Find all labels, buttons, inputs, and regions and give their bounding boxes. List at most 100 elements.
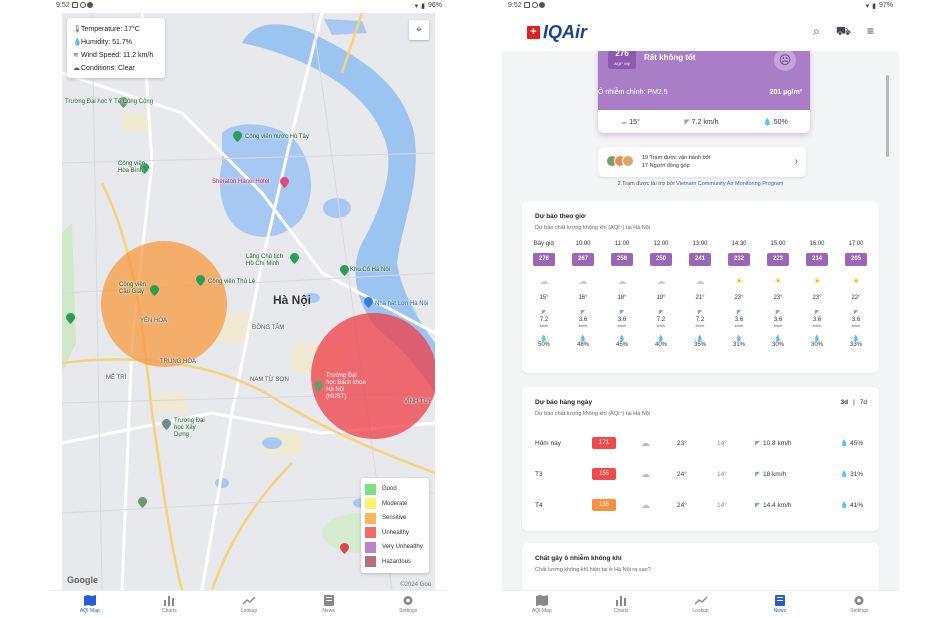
news-icon [323,595,334,606]
place-pin-icon[interactable] [162,419,171,430]
nav-aqi-map[interactable]: AQI Map [502,591,581,618]
legend-item: Good [365,482,425,497]
hour-humidity: 30% [771,342,784,348]
cloud-icon: ☁ [617,276,627,286]
map-place-label: Trường Đại học Bách khoa Hà Nội (HUST) [326,373,366,400]
app-icon [531,2,538,9]
day-low-temp: 14° [717,439,727,447]
sun-icon: ☀ [773,276,783,286]
search-icon[interactable]: ⌕ [813,24,820,40]
thermometer-icon: 🌡 [73,26,82,33]
iqair-screen: 9:52 ▾ ▮ 97% + IQAir ⌕ ⛟ ≡ 276 AQI⁺ Mỹ Rất … [502,0,899,618]
aqi-circle-sensitive[interactable] [101,241,227,367]
legend-swatch [365,527,376,539]
iqair-logo[interactable]: + IQAir [527,22,587,43]
nav-lookup[interactable]: Lookup [209,591,289,618]
hour-aqi-badge: 214 [806,253,828,266]
wind-arrow-icon: ◤ [684,118,690,126]
daily-row[interactable]: Hôm nay 171 ☁ 23° 14° ◤ 10.8 km/h 💧 45% [535,436,866,450]
hour-wind-unit: km/h [656,323,666,328]
toggle-3d[interactable]: 3d [840,399,848,406]
google-logo[interactable]: Google [67,575,98,585]
menu-icon[interactable]: ≡ [867,24,874,40]
nav-lookup[interactable]: Lookup [661,591,740,618]
place-pin-icon[interactable] [196,275,205,286]
day-wind-value: 14.4 km/h [763,502,792,509]
aqi-map[interactable]: 🌡Temperature: 17°C 💧Humidity: 51.7% ≋ Win… [62,13,435,590]
gear-icon [854,596,864,605]
legend-label: Moderate [382,500,408,507]
water-drop-icon: 💧 [579,336,587,342]
daily-forecast-card: Dự báo hàng ngày Dự báo chất lượng không… [522,387,879,531]
legend-label: Very Unhealthy [382,544,423,551]
place-pin-icon[interactable] [314,381,323,392]
place-pin-icon[interactable] [150,285,159,296]
aqi-status: Rất không tốt [644,53,696,62]
daily-row[interactable]: T4 135 ☁ 24° 14° ◤ 14.4 km/h 💧 41% [535,498,866,512]
hour-aqi-badge: 250 [650,253,672,266]
place-pin-icon[interactable] [138,497,147,508]
place-pin-icon[interactable] [364,297,373,308]
pollutants-subtitle: Chất lượng không khí hiện tại ở Hà Nội r… [535,567,651,573]
day-label: T3 [535,470,543,478]
hour-aqi-badge: 267 [572,253,594,266]
nav-label: Charts [162,608,177,614]
hospital-pin-icon[interactable] [340,543,349,554]
nav-charts[interactable]: Charts [581,591,660,618]
cloud-icon: ☁ [656,276,666,286]
daily-row[interactable]: T3 155 ☁ 24° 14° ◤ 18 km/h 💧 31% [535,467,866,481]
hotel-pin-icon[interactable] [280,177,289,188]
day-aqi-badge: 135 [592,499,616,511]
place-pin-icon[interactable] [233,131,242,142]
stations-contributors-button[interactable]: 19 Trạm được vận hành bởi 17 Người đóng … [598,147,806,177]
nav-settings[interactable]: Settings [368,591,448,618]
wind-arrow-icon: ◤ [755,471,760,478]
legend-swatch [365,498,376,510]
conditions-text: Conditions: Clear [81,65,135,72]
day-wind: ◤ 18 km/h [755,470,830,478]
place-pin-icon[interactable] [340,265,349,276]
water-drop-icon: 💧 [73,39,82,46]
current-weather-row: ☁ 15° ◤ 7.2 km/h 💧 50% [598,110,810,133]
hourly-subtitle: Dự báo chất lượng không khí (AQI⁺) tại H… [535,225,651,231]
bottom-navigation: AQI Map Charts Lookup News Settings [502,590,899,618]
legend-label: Unhealthy [382,529,410,536]
nav-news[interactable]: News [289,591,369,618]
map-district-label: MỄ TRÌ [106,375,127,381]
cart-icon[interactable]: ⛟ [836,24,851,40]
nav-news[interactable]: News [740,591,819,618]
legend-label: Hazardous [382,558,412,565]
sponsor-link[interactable]: Vietnam Community Air Monitoring Program [676,181,783,187]
humidity-text: Humidity: 51.7% [81,39,132,46]
nav-label: Lookup [240,608,258,614]
hourly-column: 13:00 241 ☁ 21° ◤ 7.2 km/h 💧 35% [686,241,714,350]
map-icon [83,595,96,606]
map-place-label: Công viên Cầu Giấy [119,282,147,295]
status-bar: 9:52 ▾ ▮ 97% [502,0,899,13]
place-pin-icon[interactable] [66,313,75,324]
scrollbar[interactable] [886,75,889,157]
place-pin-icon[interactable] [290,253,299,264]
my-location-button[interactable]: ⌖ [409,20,429,40]
current-temp: 15° [629,118,640,126]
nav-aqi-map[interactable]: AQI Map [50,591,130,618]
nav-label: AQI Map [531,608,552,614]
day-high-temp: 24° [677,501,687,509]
content-scroll[interactable]: 276 AQI⁺ Mỹ Rất không tốt ☹ Ô nhiễm chính… [502,51,899,590]
water-drop-icon: 💧 [735,336,743,342]
hourly-column: 17:00 205 ☀ 22° ◤ 3.6 km/h 💧 33% [842,241,870,350]
hour-humidity: 45% [615,342,628,348]
bar-chart-icon [164,596,175,606]
hour-temp: 22° [851,295,861,301]
hour-wind: 3.6 km/h [608,317,636,331]
hour-wind: 3.6 km/h [569,317,597,331]
app-bar: + IQAir ⌕ ⛟ ≡ [502,13,899,51]
app-icon [87,2,94,9]
nav-settings[interactable]: Settings [820,591,899,618]
nav-label: News [773,608,787,614]
day-low-temp: 14° [717,501,727,509]
sun-icon: ☀ [851,276,861,286]
aqi-header: 276 AQI⁺ Mỹ Rất không tốt ☹ Ô nhiễm chính… [598,51,810,110]
nav-charts[interactable]: Charts [130,591,210,618]
toggle-7d[interactable]: 7d [860,399,867,406]
